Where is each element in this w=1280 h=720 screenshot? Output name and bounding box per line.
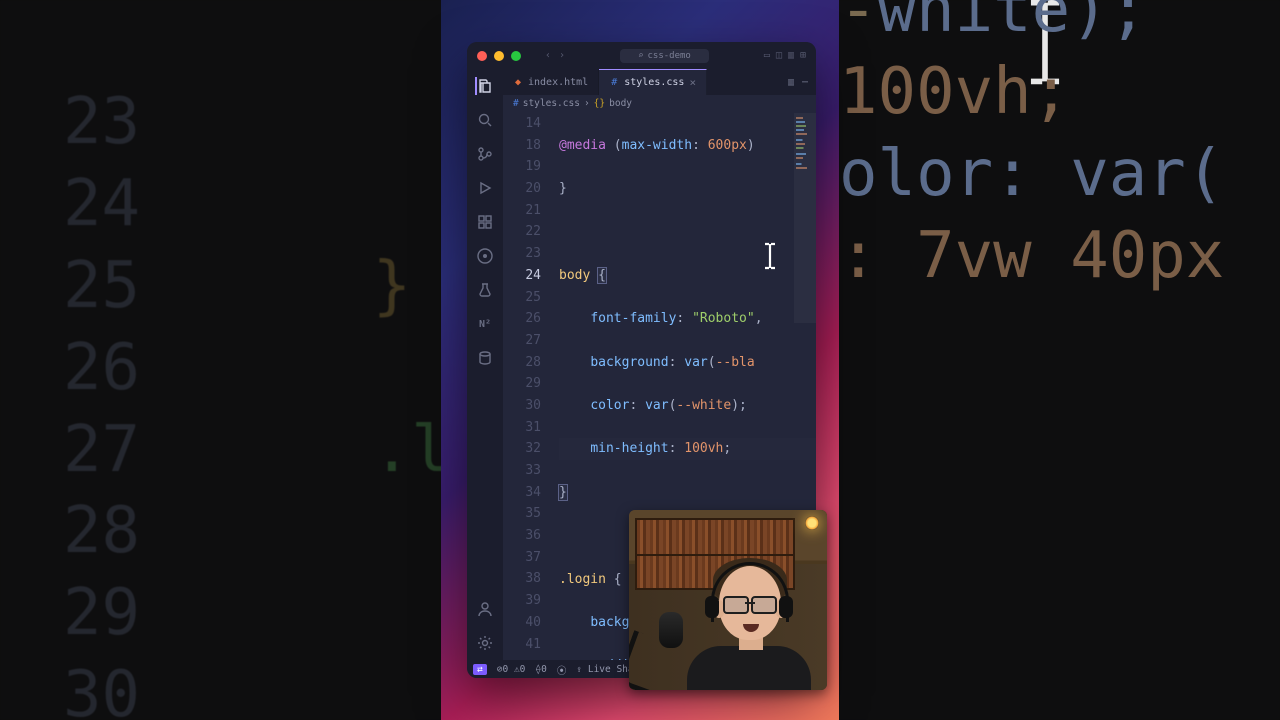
chevron-right-icon: › [584, 98, 590, 109]
nav-arrows[interactable]: ‹ › [545, 50, 565, 61]
n2-icon[interactable]: N² [476, 315, 494, 333]
symbol-icon: {} [594, 98, 605, 109]
layout-split-icon[interactable]: ▥ [788, 50, 794, 61]
ports-status[interactable]: ⟠0 [535, 664, 546, 675]
layout-customize-icon[interactable]: ⊞ [800, 50, 806, 61]
live-share-icon: ⇪ [576, 664, 582, 675]
split-editor-icon[interactable]: ▥ [788, 77, 794, 88]
minimize-window-button[interactable] [494, 51, 504, 61]
layout-sidebar-icon[interactable]: ◫ [776, 50, 782, 61]
problems-status[interactable]: ⊘0 ⚠0 [497, 664, 526, 675]
run-debug-icon[interactable] [476, 179, 494, 197]
maximize-window-button[interactable] [511, 51, 521, 61]
source-control-icon[interactable] [476, 145, 494, 163]
tab-label: index.html [528, 77, 588, 88]
breadcrumb-symbol: body [609, 98, 632, 109]
explorer-icon[interactable] [475, 77, 493, 95]
tab-styles-css[interactable]: # styles.css × [599, 69, 707, 95]
nav-back-icon[interactable]: ‹ [545, 50, 551, 61]
microphone-icon [629, 612, 689, 690]
search-icon: ⌕ [638, 51, 643, 61]
html-file-icon: ◆ [513, 77, 523, 87]
extensions-icon[interactable] [476, 213, 494, 231]
github-icon[interactable] [476, 247, 494, 265]
css-file-icon: # [609, 78, 619, 88]
css-file-icon: # [513, 98, 519, 109]
window-titlebar[interactable]: ‹ › ⌕ css-demo ▭ ◫ ▥ ⊞ [467, 42, 816, 69]
radio-icon[interactable]: ⦿ [557, 663, 567, 677]
command-center[interactable]: ⌕ css-demo [620, 49, 709, 63]
breadcrumb-file: styles.css [523, 98, 580, 109]
tab-label: styles.css [624, 77, 684, 88]
remote-indicator[interactable]: ⇄ [473, 664, 487, 675]
editor-tabs: ◆ index.html # styles.css × ▥ ⋯ [503, 69, 816, 95]
background-zoom-right: -white); 100vh; olor: var( : 7vw 40px [839, 0, 1280, 720]
breadcrumb[interactable]: # styles.css › {} body [503, 95, 816, 113]
search-icon[interactable] [476, 111, 494, 129]
activity-bar: N² [467, 69, 503, 660]
close-window-button[interactable] [477, 51, 487, 61]
gear-icon[interactable] [476, 634, 494, 652]
nav-forward-icon[interactable]: › [559, 50, 565, 61]
account-icon[interactable] [476, 600, 494, 618]
search-text: css-demo [648, 51, 691, 61]
more-actions-icon[interactable]: ⋯ [802, 77, 808, 88]
close-tab-icon[interactable]: × [689, 76, 696, 89]
database-icon[interactable] [476, 349, 494, 367]
window-controls[interactable] [477, 51, 521, 61]
layout-panel-icon[interactable]: ▭ [764, 50, 770, 61]
testing-icon[interactable] [476, 281, 494, 299]
line-number-gutter: 14 18 19 20 21 22 23 24 25 26 27 28 29 3… [503, 113, 551, 655]
presenter-avatar [673, 552, 823, 690]
webcam-overlay [629, 510, 827, 690]
tab-index-html[interactable]: ◆ index.html [503, 69, 599, 95]
text-cursor-icon [759, 241, 781, 271]
